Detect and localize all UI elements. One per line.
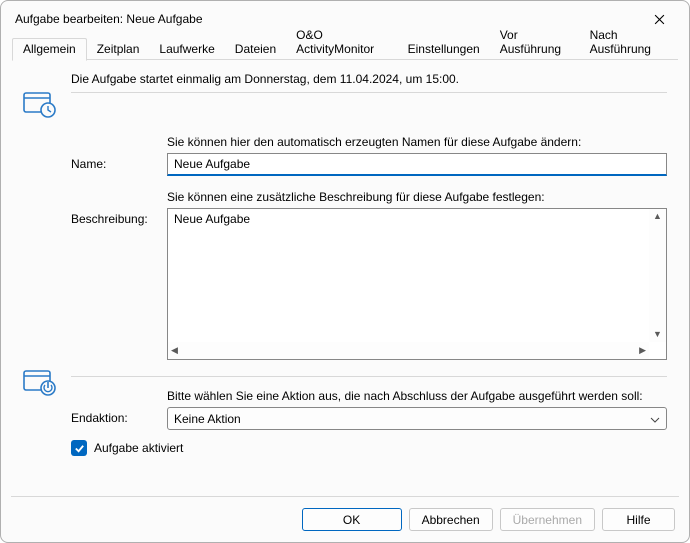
close-icon xyxy=(654,14,665,25)
divider-2 xyxy=(71,376,667,377)
cancel-button[interactable]: Abbrechen xyxy=(409,508,493,531)
scroll-right-icon: ▶ xyxy=(636,343,649,358)
endaction-row: Endaktion: Bitte wählen Sie eine Aktion … xyxy=(23,366,667,430)
tab-content: Die Aufgabe startet einmalig am Donnerst… xyxy=(1,60,689,496)
tab-allgemein[interactable]: Allgemein xyxy=(12,38,87,61)
endaction-label: Endaktion: xyxy=(71,389,167,425)
check-icon xyxy=(74,443,85,454)
name-label: Name: xyxy=(71,135,167,171)
vertical-scrollbar[interactable]: ▲ ▼ xyxy=(649,209,666,342)
tab-vor-ausfuehrung[interactable]: Vor Ausführung xyxy=(490,25,580,60)
summary-text: Die Aufgabe startet einmalig am Donnerst… xyxy=(71,72,667,86)
description-label: Beschreibung: xyxy=(71,190,167,226)
description-row: Beschreibung: Sie können eine zusätzlich… xyxy=(23,190,667,360)
scroll-left-icon: ◀ xyxy=(168,343,181,358)
tab-laufwerke[interactable]: Laufwerke xyxy=(149,39,224,60)
icon-column-2 xyxy=(23,366,71,399)
apply-button[interactable]: Übernehmen xyxy=(500,508,595,531)
activate-checkbox[interactable] xyxy=(71,440,87,456)
tab-zeitplan[interactable]: Zeitplan xyxy=(87,39,150,60)
tab-activitymonitor[interactable]: O&O ActivityMonitor xyxy=(286,25,397,60)
name-hint: Sie können hier den automatisch erzeugte… xyxy=(167,135,667,149)
activate-row[interactable]: Aufgabe aktiviert xyxy=(71,440,667,456)
name-input[interactable] xyxy=(167,153,667,176)
scroll-down-icon: ▼ xyxy=(650,327,665,342)
dialog-window: Aufgabe bearbeiten: Neue Aufgabe Allgeme… xyxy=(0,0,690,543)
description-hint: Sie können eine zusätzliche Beschreibung… xyxy=(167,190,667,204)
tab-nach-ausfuehrung[interactable]: Nach Ausführung xyxy=(580,25,678,60)
divider xyxy=(71,92,667,93)
endaction-select[interactable]: Keine Aktion xyxy=(167,407,667,430)
task-end-icon xyxy=(23,385,57,399)
help-button[interactable]: Hilfe xyxy=(602,508,675,531)
icon-column xyxy=(23,72,71,121)
description-field-wrap: ▲ ▼ ◀ ▶ xyxy=(167,208,667,360)
window-title: Aufgabe bearbeiten: Neue Aufgabe xyxy=(15,12,639,26)
task-clock-icon xyxy=(23,107,57,121)
tab-einstellungen[interactable]: Einstellungen xyxy=(398,39,490,60)
horizontal-scrollbar[interactable]: ◀ ▶ xyxy=(168,342,649,359)
endaction-hint: Bitte wählen Sie eine Aktion aus, die na… xyxy=(167,389,667,403)
tab-dateien[interactable]: Dateien xyxy=(225,39,286,60)
dialog-footer: OK Abbrechen Übernehmen Hilfe xyxy=(11,496,679,542)
name-row: Name: Sie können hier den automatisch er… xyxy=(23,135,667,176)
description-textarea[interactable] xyxy=(168,209,649,342)
ok-button[interactable]: OK xyxy=(302,508,402,531)
activate-label: Aufgabe aktiviert xyxy=(94,441,183,455)
summary-row: Die Aufgabe startet einmalig am Donnerst… xyxy=(23,72,667,121)
scroll-up-icon: ▲ xyxy=(650,209,665,224)
tab-bar: Allgemein Zeitplan Laufwerke Dateien O&O… xyxy=(1,37,689,60)
